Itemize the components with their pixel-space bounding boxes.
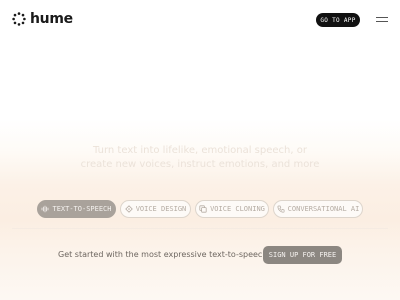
- hume-logo-icon: [12, 12, 26, 26]
- tab-label: CONVERSATIONAL AI: [287, 205, 360, 213]
- go-to-app-button[interactable]: GO TO APP: [316, 13, 360, 27]
- tab-label: TEXT-TO-SPEECH: [52, 205, 112, 213]
- hamburger-menu-icon[interactable]: [376, 16, 388, 24]
- design-icon: [124, 205, 133, 213]
- tab-label: VOICE DESIGN: [135, 205, 187, 213]
- hero-line-2: create new voices, instruct emotions, an…: [80, 159, 320, 170]
- product-tabs: TEXT-TO-SPEECH VOICE DESIGN VOICE CLONIN…: [0, 200, 400, 218]
- logo-text: hume: [30, 11, 73, 27]
- sign-up-button[interactable]: SIGN UP FOR FREE: [263, 246, 342, 264]
- hero-description: Turn text into lifelike, emotional speec…: [60, 144, 340, 172]
- page: hume GO TO APP Turn text into lifelike, …: [0, 0, 400, 300]
- hero-line-1: Turn text into lifelike, emotional speec…: [93, 145, 307, 156]
- tab-voice-cloning[interactable]: VOICE CLONING: [195, 200, 269, 218]
- copy-icon: [199, 205, 207, 213]
- tab-label: VOICE CLONING: [210, 205, 265, 213]
- tab-voice-design[interactable]: VOICE DESIGN: [120, 200, 191, 218]
- phone-icon: [277, 205, 285, 213]
- tab-text-to-speech[interactable]: TEXT-TO-SPEECH: [37, 200, 116, 218]
- waveform-icon: [42, 205, 49, 213]
- tab-conversational-ai[interactable]: CONVERSATIONAL AI: [273, 200, 363, 218]
- divider: [12, 228, 388, 229]
- header: hume GO TO APP: [0, 0, 400, 40]
- cta-text: Get started with the most expressive tex…: [58, 250, 268, 259]
- hume-logo[interactable]: hume: [12, 12, 73, 26]
